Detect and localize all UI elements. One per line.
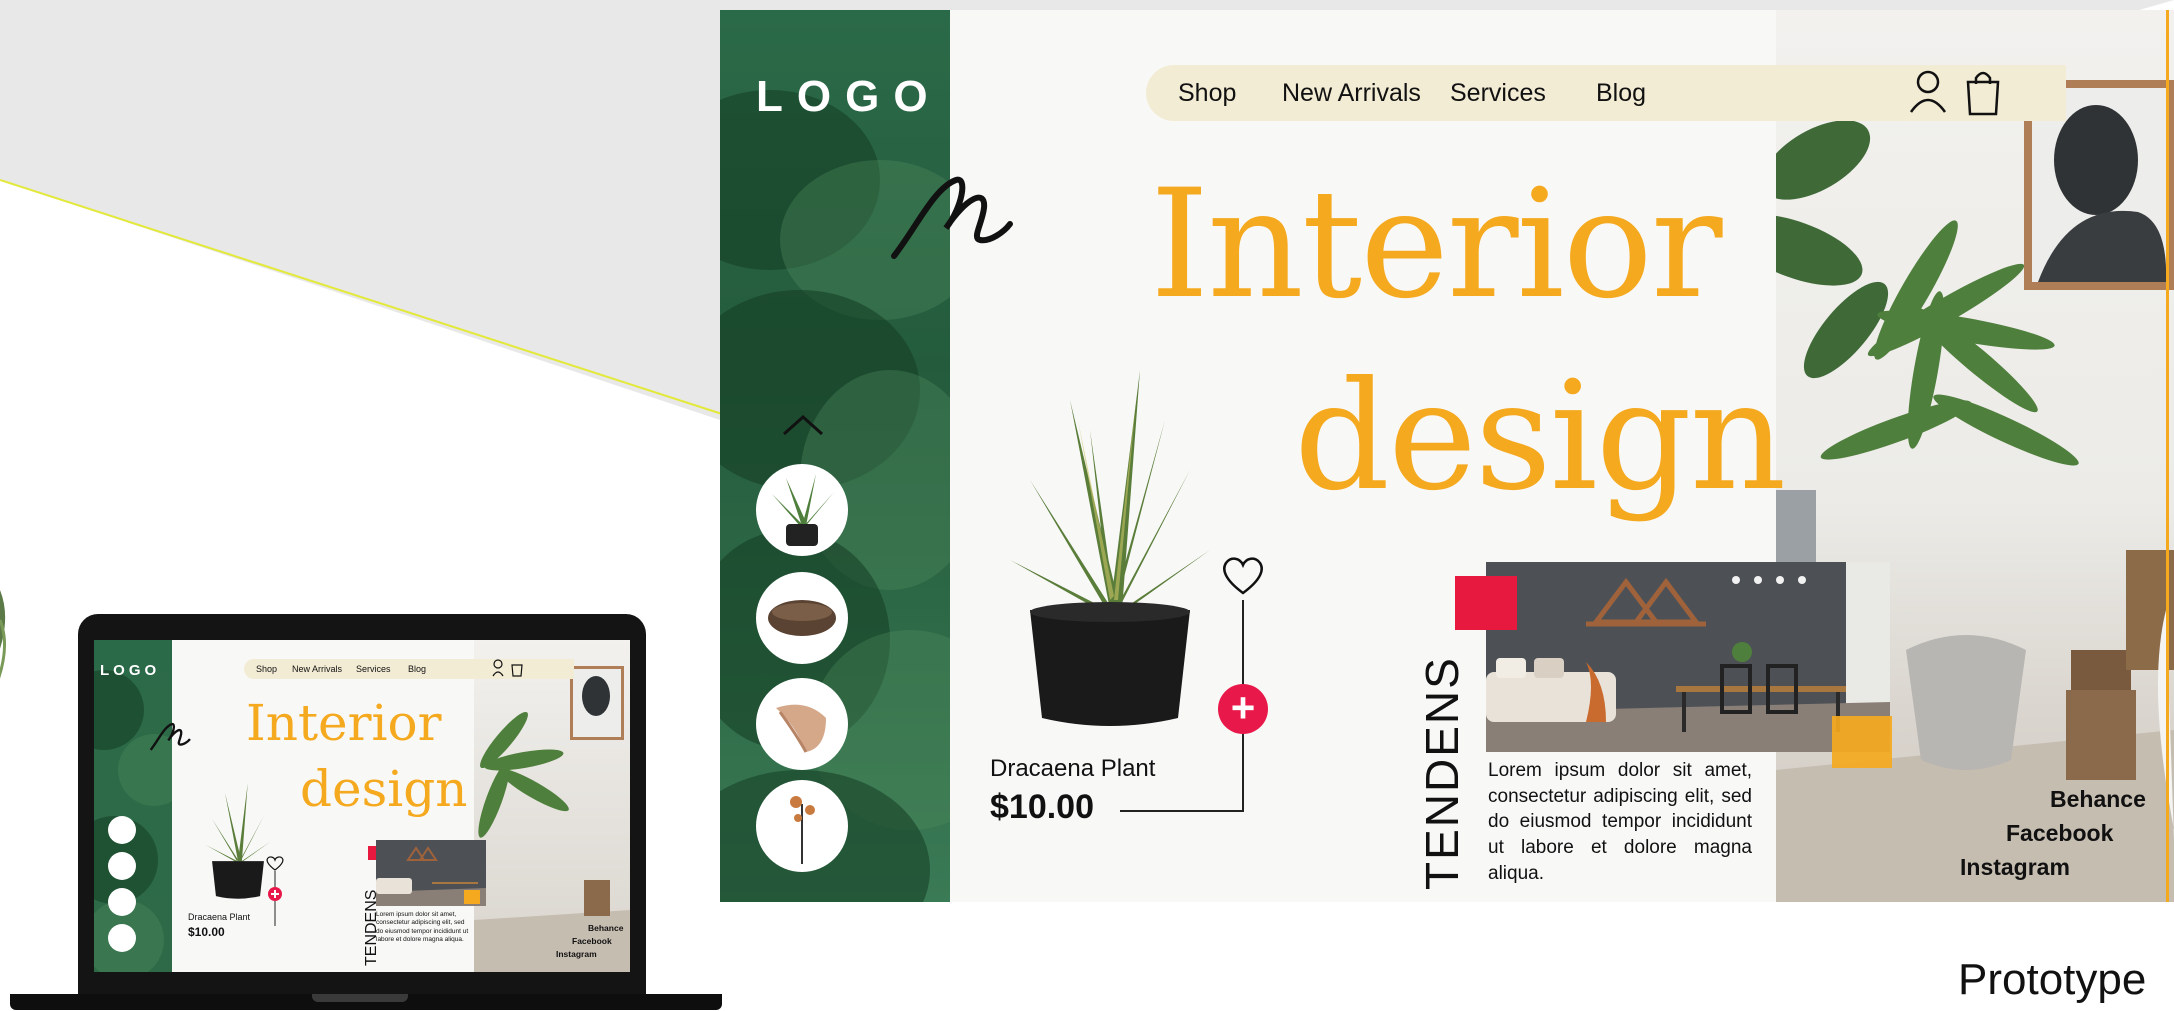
laptop-product-price: $10.00 [188,925,225,939]
social-facebook[interactable]: Facebook [2006,820,2113,847]
laptop-screen: LOGO Shop New Arrivals Services Blog Int… [94,640,630,972]
hero-title-line2: design [1294,350,1786,524]
product-price: $10.00 [990,788,1094,826]
laptop-nav-services[interactable]: Services [356,664,391,674]
sidebar-foliage [720,10,950,902]
site-logo[interactable]: LOGO [756,72,942,122]
laptop-hero-title-line2: design [300,760,468,818]
add-to-cart-plus-icon[interactable]: + [1218,684,1268,734]
prototype-caption: Prototype [1958,955,2147,1004]
signature-mark [891,176,1013,259]
laptop-room-photo [376,840,486,906]
laptop-user-bag-icons[interactable] [492,659,526,677]
hero-title-line1: Interior [1150,158,1723,332]
accent-vertical-line [2166,10,2169,902]
shopping-bag-icon[interactable] [1964,68,2002,116]
connector-line [1242,600,1244,684]
heart-icon[interactable] [1220,555,1266,597]
laptop-nav-shop[interactable]: Shop [256,664,277,674]
laptop-social-instagram[interactable]: Instagram [556,949,597,959]
section-description: Lorem ipsum dolor sit amet, consectetur … [1488,760,1752,884]
laptop-heart-plus-icons[interactable] [264,856,286,936]
nav-shop[interactable]: Shop [1178,79,1236,108]
laptop-section-description: Lorem ipsum dolor sit amet, consectetur … [376,911,469,944]
laptop-social-behance[interactable]: Behance [588,923,623,933]
laptop-product-name: Dracaena Plant [188,912,251,922]
nav-services[interactable]: Services [1450,79,1546,108]
product-plant-image[interactable] [990,360,1230,730]
laptop-nav-new-arrivals[interactable]: New Arrivals [292,664,342,674]
product-name: Dracaena Plant [990,755,1156,782]
interior-photo [1776,10,2174,902]
accent-orange-square [1832,716,1892,768]
carousel-thumb-plant[interactable] [756,464,848,556]
laptop-notch [312,994,408,1002]
laptop-hero-title-line1: Interior [246,694,442,752]
carousel-thumb-bowl[interactable] [756,572,848,664]
laptop-signature-mark [149,722,191,751]
laptop-sidebar-foliage [94,640,190,972]
laptop-social-facebook[interactable]: Facebook [572,936,612,946]
laptop-nav-blog[interactable]: Blog [408,664,426,674]
chevron-up-icon[interactable] [780,412,826,438]
connector-line [1120,810,1244,812]
connector-line [1242,734,1244,812]
laptop-logo[interactable]: LOGO [100,662,160,679]
section-label: TENDENS [1416,656,1468,890]
website-mockup: LOGO Shop New Arrivals Services Blog Int… [720,10,2174,902]
nav-new-arrivals[interactable]: New Arrivals [1282,79,1421,108]
social-instagram[interactable]: Instagram [1960,854,2070,881]
room-photo[interactable] [1486,562,1890,752]
social-behance[interactable]: Behance [2050,786,2146,813]
user-icon[interactable] [1908,70,1948,114]
accent-red-square [1455,576,1517,630]
laptop-mockup: LOGO Shop New Arrivals Services Blog Int… [10,614,722,1010]
section-label-wrap: TENDENS [1412,650,1472,890]
carousel-thumb-lamp[interactable] [756,780,848,872]
nav-blog[interactable]: Blog [1596,79,1646,108]
carousel-thumb-chair[interactable] [756,678,848,770]
